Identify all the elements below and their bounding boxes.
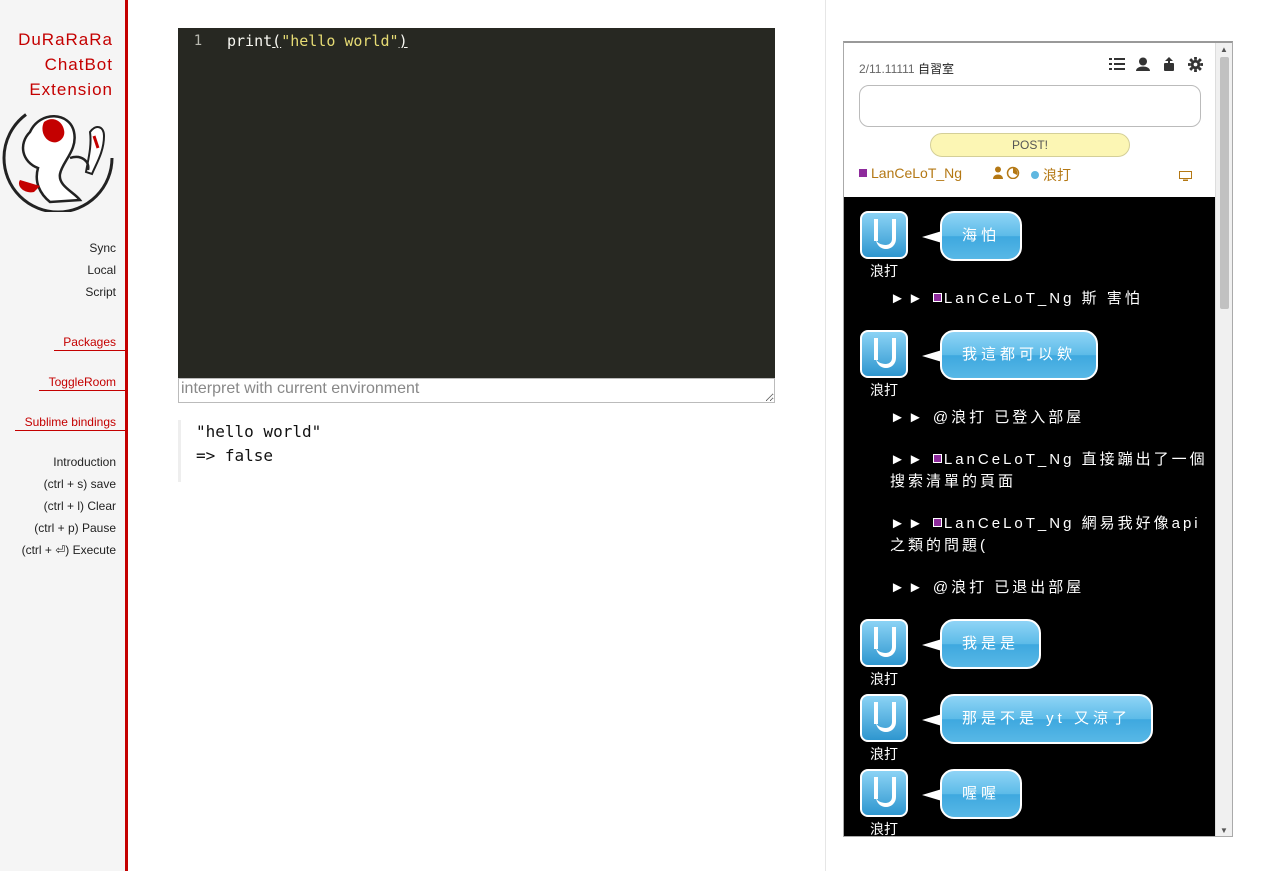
member-name: 浪打 — [1043, 167, 1071, 183]
sync-link[interactable]: Sync — [89, 241, 116, 255]
user-avatar[interactable] — [860, 619, 908, 667]
room-name: 自習室 — [917, 62, 954, 76]
brand-line-2: ChatBot — [44, 55, 113, 74]
system-name: LanCeLoT_Ng — [943, 290, 1075, 307]
user-avatar[interactable] — [860, 769, 908, 817]
toggleroom-link[interactable]: ToggleRoom — [39, 375, 125, 391]
sublime-bindings-link[interactable]: Sublime bindings — [15, 415, 125, 431]
room-count: 2/11.11111 — [859, 62, 915, 76]
packages-link[interactable]: Packages — [54, 335, 125, 351]
member-color-square — [859, 169, 867, 177]
host-icon — [993, 166, 1021, 182]
member-color-square — [932, 454, 942, 463]
system-arrow: ►► — [890, 451, 933, 468]
message-username: 浪打 — [870, 746, 898, 762]
room-title: 2/11.11111 自習室 — [859, 60, 954, 77]
user-icon[interactable] — [1134, 57, 1152, 75]
user-avatar[interactable] — [860, 211, 908, 259]
brand-title: DuRaRaRa ChatBot Extension — [18, 27, 113, 102]
message-bubble: 我這都可以欸 — [921, 330, 1099, 380]
code-close-paren: ) — [398, 32, 408, 50]
line-number: 1 — [193, 33, 203, 49]
share-icon[interactable] — [1160, 57, 1178, 75]
logo — [2, 102, 114, 212]
message-bubble: 海怕 — [921, 211, 1023, 261]
message-bubble: 那是不是 yt 又涼了 — [921, 694, 1154, 744]
member-list: LanCeLoT_Ng 浪打 — [859, 165, 1201, 185]
console-output: "hello world" => false — [178, 420, 321, 482]
system-message: ►► LanCeLoT_Ng 斯 害怕 — [890, 288, 1208, 310]
system-text: 斯 害怕 — [1074, 290, 1143, 307]
chat-scrollbar[interactable]: ▲ ▼ — [1215, 43, 1232, 836]
sidebar: DuRaRaRa ChatBot Extension Sync Local Sc… — [0, 0, 128, 871]
code-string: "hello world" — [281, 32, 399, 50]
scrollbar-thumb[interactable] — [1220, 57, 1229, 309]
code-line[interactable]: print("hello world") — [227, 32, 408, 50]
system-name: LanCeLoT_Ng — [943, 515, 1075, 532]
list-icon[interactable] — [1108, 57, 1126, 75]
post-button[interactable]: POST! — [930, 133, 1130, 157]
code-editor[interactable]: 1 print("hello world") — [178, 28, 775, 378]
code-open-paren: ( — [272, 32, 282, 50]
interpret-input[interactable] — [178, 378, 775, 403]
message-username: 浪打 — [870, 671, 898, 687]
member-color-square — [932, 518, 942, 527]
brand-line-3: Extension — [29, 80, 113, 99]
execute-shortcut[interactable]: (ctrl + ⏎) Execute — [22, 543, 116, 557]
system-message: ►► @浪打 已登入部屋 — [890, 409, 1085, 426]
user-avatar[interactable] — [860, 330, 908, 378]
system-message: ►► @浪打 已退出部屋 — [890, 579, 1085, 596]
system-arrow: ►► — [890, 515, 933, 532]
output-result: => false — [196, 446, 274, 465]
message-bubble: 喔喔 — [921, 769, 1023, 819]
scroll-up-arrow-icon[interactable]: ▲ — [1220, 45, 1228, 54]
gear-icon[interactable] — [1186, 57, 1204, 75]
output-line: "hello world" — [196, 422, 322, 441]
chat-room-panel: 2/11.11111 自習室 POST! LanCeLoT_Ng 浪打 浪打 海… — [843, 41, 1233, 837]
system-name: LanCeLoT_Ng — [943, 451, 1075, 468]
system-arrow: ►► — [890, 290, 933, 307]
system-message: ►► LanCeLoT_Ng 網易我好像api之類的問題( — [890, 513, 1208, 557]
pause-shortcut[interactable]: (ctrl + p) Pause — [34, 521, 116, 535]
save-shortcut[interactable]: (ctrl + s) save — [44, 477, 116, 491]
system-message: ►► LanCeLoT_Ng 直接蹦出了一個搜索清單的頁面 — [890, 449, 1208, 493]
post-input[interactable] — [859, 85, 1201, 127]
message-username: 浪打 — [870, 382, 898, 398]
user-avatar[interactable] — [860, 694, 908, 742]
message-bubble: 我是是 — [921, 619, 1042, 669]
introduction-link[interactable]: Introduction — [53, 455, 116, 469]
member-color-square — [932, 293, 942, 302]
tv-icon[interactable] — [1179, 168, 1192, 184]
member-item[interactable]: 浪打 — [1031, 165, 1071, 185]
local-link[interactable]: Local — [87, 263, 116, 277]
scroll-down-arrow-icon[interactable]: ▼ — [1220, 826, 1228, 835]
clear-shortcut[interactable]: (ctrl + l) Clear — [44, 499, 116, 513]
brand-line-1: DuRaRaRa — [18, 30, 113, 49]
member-name: LanCeLoT_Ng — [871, 165, 963, 181]
member-item[interactable]: LanCeLoT_Ng — [859, 165, 962, 181]
message-username: 浪打 — [870, 263, 898, 279]
code-function: print — [227, 32, 273, 50]
script-link[interactable]: Script — [85, 285, 116, 299]
panel-divider — [825, 0, 826, 871]
chat-messages: 浪打 海怕 ►► LanCeLoT_Ng 斯 害怕 浪打 我這都可以欸 ►► @… — [844, 197, 1216, 837]
message-username: 浪打 — [870, 821, 898, 837]
member-color-dot — [1031, 171, 1039, 179]
